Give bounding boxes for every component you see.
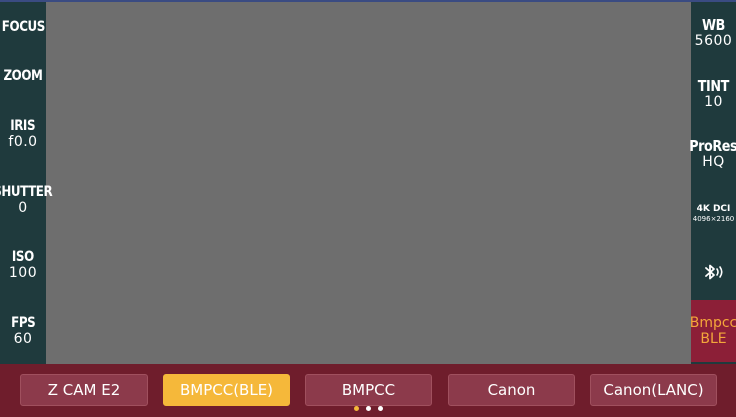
- bluetooth-button[interactable]: [691, 244, 736, 300]
- wb-label: WB: [702, 16, 725, 34]
- resolution-label: 4K DCI: [696, 204, 731, 214]
- bluetooth-icon: [704, 264, 723, 280]
- focus-control[interactable]: FOCUS: [0, 19, 46, 35]
- left-control-panel: FOCUS ZOOM IRIS f0.0 SHUTTER 0 ISO 100 F…: [0, 2, 53, 364]
- shutter-control[interactable]: SHUTTER 0: [0, 184, 53, 216]
- codec-value: HQ: [702, 154, 725, 170]
- iso-control[interactable]: ISO 100: [0, 249, 46, 281]
- wb-control[interactable]: WB 5600: [691, 2, 736, 64]
- shutter-value: 0: [18, 199, 28, 216]
- connection-line2: BLE: [700, 331, 727, 347]
- iris-control[interactable]: IRIS f0.0: [0, 118, 46, 150]
- tint-value: 10: [704, 94, 723, 110]
- fps-control[interactable]: FPS 60: [0, 315, 46, 347]
- zoom-label: ZOOM: [3, 68, 43, 85]
- page-dot[interactable]: [377, 406, 383, 411]
- shutter-label: SHUTTER: [0, 183, 53, 200]
- iris-value: f0.0: [8, 134, 38, 151]
- camera-button-canon[interactable]: Canon: [448, 374, 575, 406]
- focus-label: FOCUS: [1, 18, 45, 35]
- fps-label: FPS: [10, 315, 36, 332]
- codec-control[interactable]: ProRes HQ: [689, 124, 736, 184]
- right-control-panel: WB 5600 TINT 10 ProRes HQ 4K DCI 4096×21…: [689, 2, 736, 364]
- iso-value: 100: [8, 265, 38, 282]
- camera-button-bmpcc-ble[interactable]: BMPCC(BLE): [163, 374, 290, 406]
- tint-control[interactable]: TINT 10: [691, 64, 736, 124]
- camera-button-canon-lanc[interactable]: Canon(LANC): [590, 374, 717, 406]
- page-dot[interactable]: [365, 406, 371, 411]
- camera-button-zcam-e2[interactable]: Z CAM E2: [20, 374, 148, 406]
- camera-button-bmpcc[interactable]: BMPCC: [305, 374, 432, 406]
- page-dot[interactable]: [353, 406, 359, 411]
- codec-label: ProRes: [689, 137, 736, 155]
- camera-preview: [46, 2, 691, 364]
- page-indicator: [0, 406, 736, 411]
- resolution-control[interactable]: 4K DCI 4096×2160: [691, 184, 736, 244]
- tint-label: TINT: [697, 77, 730, 95]
- resolution-value: 4096×2160: [692, 215, 735, 223]
- connection-line1: Bmpcc: [689, 315, 736, 331]
- iris-label: IRIS: [10, 118, 36, 135]
- iso-label: ISO: [12, 249, 34, 266]
- fps-value: 60: [13, 331, 33, 348]
- wb-value: 5600: [694, 33, 733, 49]
- connection-status[interactable]: Bmpcc BLE: [689, 300, 736, 362]
- zoom-control[interactable]: ZOOM: [0, 68, 46, 84]
